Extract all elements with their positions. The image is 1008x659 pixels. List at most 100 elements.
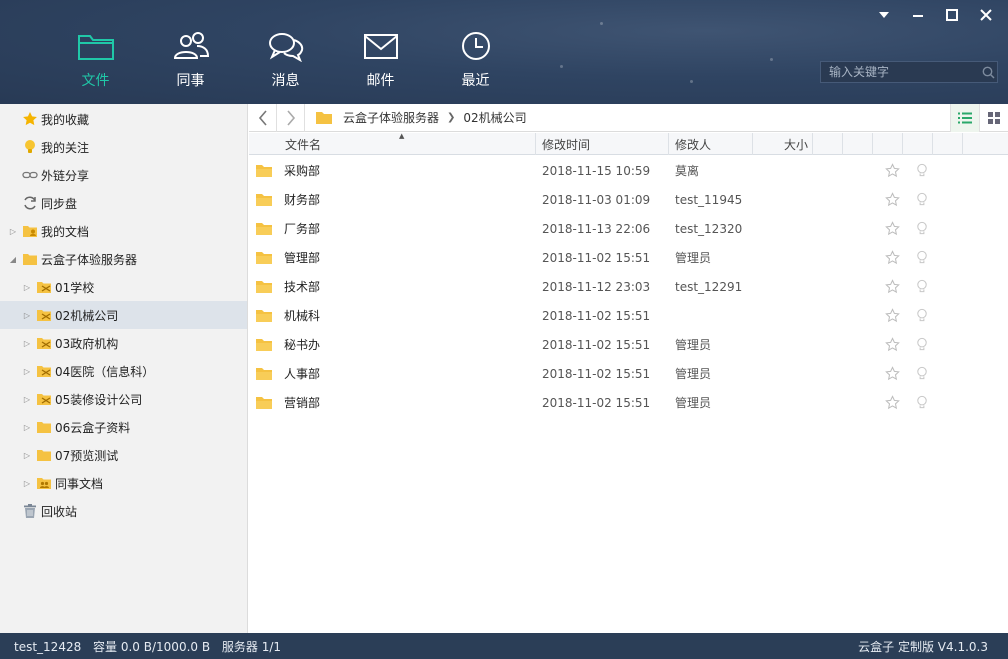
expand-arrow-icon[interactable]: ▷ xyxy=(22,367,32,376)
forward-button[interactable] xyxy=(277,103,305,132)
nav-mail[interactable]: 邮件 xyxy=(333,0,428,104)
file-name: 秘书办 xyxy=(284,338,321,352)
favorite-star-icon[interactable] xyxy=(877,250,907,265)
sidebar-item-06-materials[interactable]: ▷ 06云盒子资料 xyxy=(0,413,247,441)
modified-by: 管理员 xyxy=(675,367,712,381)
table-row[interactable]: 营销部 2018-11-02 15:51 管理员 xyxy=(249,388,1008,417)
sidebar-item-04-hospital[interactable]: ▷ 04医院（信息科） xyxy=(0,357,247,385)
favorite-star-icon[interactable] xyxy=(877,337,907,352)
maximize-icon[interactable] xyxy=(940,6,964,24)
main-nav: 文件 同事 消息 邮件 最近 xyxy=(48,0,523,104)
sidebar-item-colleague-docs[interactable]: ▷ 同事文档 xyxy=(0,469,247,497)
favorite-star-icon[interactable] xyxy=(877,192,907,207)
nav-files[interactable]: 文件 xyxy=(48,0,143,104)
expand-arrow-icon[interactable]: ▷ xyxy=(22,479,32,488)
expand-arrow-icon[interactable]: ▷ xyxy=(22,311,32,320)
sidebar-item-label: 05装修设计公司 xyxy=(55,392,143,407)
sidebar-item-following[interactable]: 我的关注 xyxy=(0,133,247,161)
favorite-star-icon[interactable] xyxy=(877,308,907,323)
nav-recent[interactable]: 最近 xyxy=(428,0,523,104)
follow-bulb-icon[interactable] xyxy=(907,279,937,294)
follow-bulb-icon[interactable] xyxy=(907,366,937,381)
column-header-modifier[interactable]: 修改人 xyxy=(669,133,753,155)
sidebar-item-share-links[interactable]: 外链分享 xyxy=(0,161,247,189)
favorite-star-icon[interactable] xyxy=(877,221,907,236)
folder-icon xyxy=(77,35,114,60)
file-name-cell: 管理部 xyxy=(249,249,536,266)
expand-arrow-icon[interactable]: ▷ xyxy=(22,339,32,348)
bulb-icon xyxy=(22,139,38,155)
group-folder-icon xyxy=(36,475,52,491)
favorite-star-icon[interactable] xyxy=(877,279,907,294)
back-button[interactable] xyxy=(249,103,277,132)
table-row[interactable]: 采购部 2018-11-15 10:59 莫离 xyxy=(249,156,1008,185)
status-capacity: 容量 0.0 B/1000.0 B xyxy=(93,639,211,654)
sidebar-item-01-school[interactable]: ▷ 01学校 xyxy=(0,273,247,301)
sort-ascending-icon: ▲ xyxy=(399,132,405,140)
breadcrumb-item[interactable]: 02机械公司 xyxy=(463,109,526,126)
nav-files-label: 文件 xyxy=(81,73,110,89)
follow-bulb-icon[interactable] xyxy=(907,192,937,207)
column-header-size[interactable]: 大小 xyxy=(753,133,813,155)
sidebar-item-03-government[interactable]: ▷ 03政府机构 xyxy=(0,329,247,357)
search-icon[interactable] xyxy=(979,62,997,82)
link-icon xyxy=(22,167,38,183)
nav-messages[interactable]: 消息 xyxy=(238,0,333,104)
sidebar-item-server[interactable]: ◢ 云盒子体验服务器 xyxy=(0,245,247,273)
modified-time: 2018-11-02 15:51 xyxy=(542,308,651,323)
table-row[interactable]: 机械科 2018-11-02 15:51 xyxy=(249,301,1008,330)
expand-arrow-icon[interactable]: ▷ xyxy=(22,423,32,432)
follow-bulb-icon[interactable] xyxy=(907,221,937,236)
search-input[interactable] xyxy=(821,65,979,79)
chevron-right-icon xyxy=(286,109,295,126)
folder-icon xyxy=(256,222,272,235)
table-row[interactable]: 厂务部 2018-11-13 22:06 test_12320 xyxy=(249,214,1008,243)
table-row[interactable]: 管理部 2018-11-02 15:51 管理员 xyxy=(249,243,1008,272)
sidebar-item-02-machinery[interactable]: ▷ 02机械公司 xyxy=(0,301,247,329)
favorite-star-icon[interactable] xyxy=(877,395,907,410)
nav-recent-label: 最近 xyxy=(461,73,490,89)
follow-bulb-icon[interactable] xyxy=(907,337,937,352)
column-header-blank xyxy=(933,133,963,155)
nav-colleagues[interactable]: 同事 xyxy=(143,0,238,104)
column-header-time[interactable]: 修改时间 xyxy=(536,133,669,155)
favorite-star-icon[interactable] xyxy=(877,163,907,178)
follow-bulb-icon[interactable] xyxy=(907,308,937,323)
folder-icon xyxy=(256,309,272,322)
table-row[interactable]: 财务部 2018-11-03 01:09 test_11945 xyxy=(249,185,1008,214)
follow-bulb-icon[interactable] xyxy=(907,250,937,265)
nav-colleagues-label: 同事 xyxy=(176,73,205,89)
table-row[interactable]: 秘书办 2018-11-02 15:51 管理员 xyxy=(249,330,1008,359)
file-name-cell: 营销部 xyxy=(249,394,536,411)
grid-view-button[interactable] xyxy=(979,103,1008,132)
sidebar-item-my-docs[interactable]: ▷ 我的文档 xyxy=(0,217,247,245)
sidebar-item-favorites[interactable]: 我的收藏 xyxy=(0,105,247,133)
sidebar-item-sync[interactable]: 同步盘 xyxy=(0,189,247,217)
file-name: 营销部 xyxy=(284,396,321,410)
sidebar-item-recycle-bin[interactable]: 回收站 xyxy=(0,497,247,525)
folder-icon xyxy=(256,367,272,380)
favorite-star-icon[interactable] xyxy=(877,366,907,381)
sidebar-item-05-design[interactable]: ▷ 05装修设计公司 xyxy=(0,385,247,413)
column-header-name[interactable]: ▲ 文件名 xyxy=(249,132,536,155)
follow-bulb-icon[interactable] xyxy=(907,395,937,410)
collapse-arrow-icon[interactable]: ◢ xyxy=(8,255,18,264)
folder-icon xyxy=(316,111,332,124)
breadcrumb-item[interactable]: 云盒子体验服务器 xyxy=(343,109,439,126)
expand-arrow-icon[interactable]: ▷ xyxy=(8,227,18,236)
dropdown-menu-icon[interactable] xyxy=(872,6,896,24)
expand-arrow-icon[interactable]: ▷ xyxy=(22,283,32,292)
table-row[interactable]: 人事部 2018-11-02 15:51 管理员 xyxy=(249,359,1008,388)
grid-view-icon xyxy=(988,111,1000,124)
expand-arrow-icon[interactable]: ▷ xyxy=(22,451,32,460)
sidebar-item-label: 04医院（信息科） xyxy=(55,364,155,379)
close-icon[interactable] xyxy=(974,6,998,24)
minimize-icon[interactable] xyxy=(906,6,930,24)
sidebar-item-label: 回收站 xyxy=(41,504,78,519)
follow-bulb-icon[interactable] xyxy=(907,163,937,178)
list-view-button[interactable] xyxy=(950,103,979,132)
table-row[interactable]: 技术部 2018-11-12 23:03 test_12291 xyxy=(249,272,1008,301)
shared-folder-icon xyxy=(36,391,52,407)
expand-arrow-icon[interactable]: ▷ xyxy=(22,395,32,404)
sidebar-item-07-preview[interactable]: ▷ 07预览测试 xyxy=(0,441,247,469)
